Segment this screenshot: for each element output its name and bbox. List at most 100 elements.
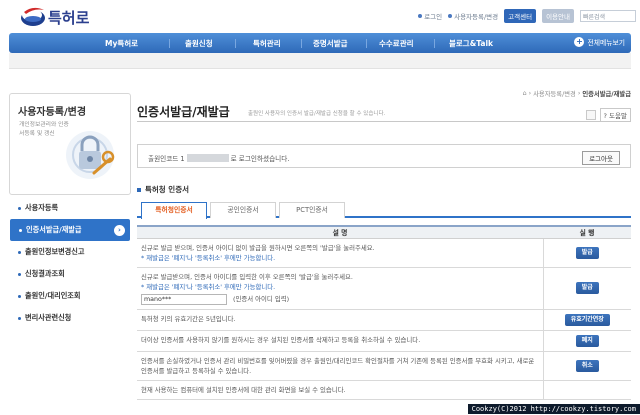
- nav-divider: [434, 39, 435, 48]
- sidebar-item-applicant-info-change[interactable]: 출원인정보변경신고: [9, 241, 131, 263]
- all-menu-label: 전체메뉴보기: [587, 39, 625, 47]
- certificate-id-input[interactable]: mano***: [141, 293, 227, 305]
- main-content: ⌂ › 사용자등록/변경 › 인증서발급/재발급 인증서발급/재발급 출원인 사…: [137, 86, 631, 415]
- extend-validity-button[interactable]: 유효기간연장: [564, 313, 610, 326]
- row-text: 신규로 발급받으며, 인증서 아이디를 입력한 이후 오른쪽의 '발급'을 눌러…: [141, 272, 353, 281]
- cancel-button[interactable]: 취소: [575, 359, 599, 372]
- page-title: 인증서발급/재발급: [137, 105, 230, 119]
- bullet-icon: [18, 250, 21, 254]
- sidebar-item-certificate-issue[interactable]: 인증서발급/재발급 ›: [10, 219, 130, 241]
- bullet-icon: [18, 272, 21, 276]
- row-action-cell: 유효기간연장: [542, 309, 631, 331]
- help-button[interactable]: ? 도움말: [599, 108, 631, 122]
- row-action-cell: 발급: [542, 238, 631, 268]
- login-status-text: 출원인코드 1 로 로그인하셨습니다.: [148, 153, 289, 163]
- revoke-button[interactable]: 폐지: [575, 334, 599, 347]
- sub-nav-bar: [9, 53, 631, 69]
- nav-divider: [366, 39, 367, 48]
- plus-icon: +: [574, 37, 585, 47]
- global-nav: My특허로 출원신청 특허관리 증명서발급 수수료관리 블로그&Talk + 전…: [9, 33, 631, 53]
- nav-my-patentro[interactable]: My특허로: [105, 38, 138, 49]
- row-text: 현재 사용하는 컴퓨터에 설치된 인증서에 대한 관리 화면을 보실 수 있습니…: [141, 385, 346, 394]
- sidebar-item-label: 출원인/대리인조회: [25, 291, 81, 300]
- issue-with-id-button[interactable]: 발급: [575, 282, 599, 294]
- nav-certificate-issue[interactable]: 증명서발급: [313, 38, 348, 49]
- row-description: 특허청 키의 유효기간은 5년입니다.: [137, 309, 543, 331]
- guide-button[interactable]: 이용안내: [542, 9, 574, 23]
- watermark: Cookzy(C)2012 http://cookzy.tistory.com: [467, 404, 640, 414]
- table-row: 더이상 인증서를 사용하지 않기를 원하시는 경우 설치된 인증서를 삭제하고 …: [137, 330, 631, 352]
- sidebar-title: 사용자등록/변경: [18, 107, 87, 118]
- sidebar-item-label: 출원인정보변경신고: [25, 247, 85, 256]
- login-code-prefix: 출원인코드 1: [148, 155, 185, 163]
- nav-fee-management[interactable]: 수수료관리: [379, 38, 414, 49]
- row-text: 특허청 키의 유효기간은 5년입니다.: [141, 314, 236, 323]
- nav-divider: [169, 39, 170, 48]
- login-status-suffix: 로 로그인하셨습니다.: [230, 155, 290, 163]
- search-input[interactable]: 빠른검색: [580, 10, 636, 22]
- certificate-id-hint: (인증서 아이디 입력): [233, 295, 290, 303]
- certificate-table: 설 명 실 행 신규로 발급 받으며, 인증서 아이디 없이 발급을 원하시면 …: [137, 225, 631, 400]
- lock-key-icon: [66, 131, 115, 179]
- page-tools: ? 도움말: [585, 108, 631, 122]
- row-action-cell: [542, 380, 631, 400]
- nav-patent-management[interactable]: 특허관리: [253, 38, 281, 49]
- bullet-icon: [418, 14, 423, 18]
- user-register-link-label: 사용자등록/변경: [454, 13, 499, 21]
- customer-center-button[interactable]: 고객센터: [504, 9, 537, 23]
- tab-pct-certificate[interactable]: PCT인증서: [279, 202, 345, 218]
- row-note: * 재발급은 '폐지'나 '등록취소' 후에만 가능합니다.: [141, 253, 276, 262]
- logo[interactable]: 특허로: [20, 4, 92, 30]
- square-bullet-icon: [137, 187, 141, 192]
- tab-kipo-certificate[interactable]: 특허청인증서: [141, 202, 207, 219]
- nav-blog-talk[interactable]: 블로그&Talk: [449, 38, 493, 49]
- breadcrumb-item[interactable]: 사용자등록/변경: [533, 89, 576, 98]
- table-header-row: 설 명 실 행: [137, 225, 631, 239]
- home-icon[interactable]: ⌂: [523, 90, 527, 97]
- column-header-action: 실 행: [543, 225, 631, 239]
- nav-divider: [235, 39, 236, 48]
- row-description: 신규로 발급 받으며, 인증서 아이디 없이 발급을 원하시면 오른쪽의 '발급…: [137, 238, 543, 268]
- bullet-icon: [18, 316, 21, 320]
- user-register-link[interactable]: 사용자등록/변경: [448, 11, 498, 21]
- logout-button[interactable]: 로그아웃: [582, 151, 620, 165]
- table-row: 특허청 키의 유효기간은 5년입니다. 유효기간연장: [137, 309, 631, 331]
- utility-bar: 로그인 사용자등록/변경 고객센터 이용안내 빠른검색: [418, 9, 636, 23]
- row-action-cell: 취소: [542, 351, 631, 381]
- login-link-label: 로그인: [424, 13, 443, 21]
- sidebar-item-request-result[interactable]: 신청결과조회: [9, 263, 131, 285]
- bullet-icon: [18, 206, 21, 210]
- masked-code: [186, 154, 229, 162]
- breadcrumb-separator: ›: [528, 90, 532, 97]
- table-row: 신규로 발급 받으며, 인증서 아이디 없이 발급을 원하시면 오른쪽의 '발급…: [137, 238, 631, 268]
- row-text: 인증서를 손실하였거나 인증서 관리 비밀번호를 잊어버렸을 경우 출원인/대리…: [141, 356, 535, 375]
- issue-button[interactable]: 발급: [575, 246, 599, 259]
- top-header: 특허로 로그인 사용자등록/변경 고객센터 이용안내 빠른검색: [0, 0, 640, 33]
- sidebar-item-label: 신청결과조회: [25, 269, 65, 278]
- table-row: 신규로 발급받으며, 인증서 아이디를 입력한 이후 오른쪽의 '발급'을 눌러…: [137, 267, 631, 310]
- logo-text: 특허로: [48, 9, 90, 27]
- sidebar-item-patent-attorney[interactable]: 변리사관련신청: [9, 307, 131, 329]
- tab-public-certificate[interactable]: 공인인증서: [210, 202, 276, 218]
- login-link[interactable]: 로그인: [418, 11, 442, 21]
- breadcrumb: ⌂ › 사용자등록/변경 › 인증서발급/재발급: [523, 89, 631, 98]
- all-menu-button[interactable]: + 전체메뉴보기: [574, 37, 625, 47]
- column-header-description: 설 명: [137, 225, 543, 239]
- sidebar-item-label: 사용자등록: [25, 203, 59, 212]
- row-description: 신규로 발급받으며, 인증서 아이디를 입력한 이후 오른쪽의 '발급'을 눌러…: [137, 267, 543, 310]
- certificate-tabs: 특허청인증서 공인인증서 PCT인증서: [137, 200, 631, 219]
- sidebar-item-user-register[interactable]: 사용자등록: [9, 197, 131, 219]
- row-text: 더이상 인증서를 사용하지 않기를 원하시는 경우 설치된 인증서를 삭제하고 …: [141, 335, 421, 344]
- page-description: 출원인 사용자의 인증서 발급/재발급 신청을 할 수 있습니다.: [248, 111, 386, 117]
- title-divider: [137, 121, 631, 122]
- print-icon[interactable]: [585, 110, 596, 120]
- bullet-icon: [19, 228, 22, 232]
- section-title-text: 특허청 인증서: [145, 185, 190, 194]
- bullet-icon: [448, 14, 453, 18]
- nav-application[interactable]: 출원신청: [185, 38, 213, 49]
- row-description: 인증서를 손실하였거나 인증서 관리 비밀번호를 잊어버렸을 경우 출원인/대리…: [137, 351, 543, 381]
- table-row: 인증서를 손실하였거나 인증서 관리 비밀번호를 잊어버렸을 경우 출원인/대리…: [137, 351, 631, 381]
- sidebar-item-applicant-agent-lookup[interactable]: 출원인/대리인조회: [9, 285, 131, 307]
- nav-divider: [301, 39, 302, 48]
- breadcrumb-current: 인증서발급/재발급: [582, 91, 631, 98]
